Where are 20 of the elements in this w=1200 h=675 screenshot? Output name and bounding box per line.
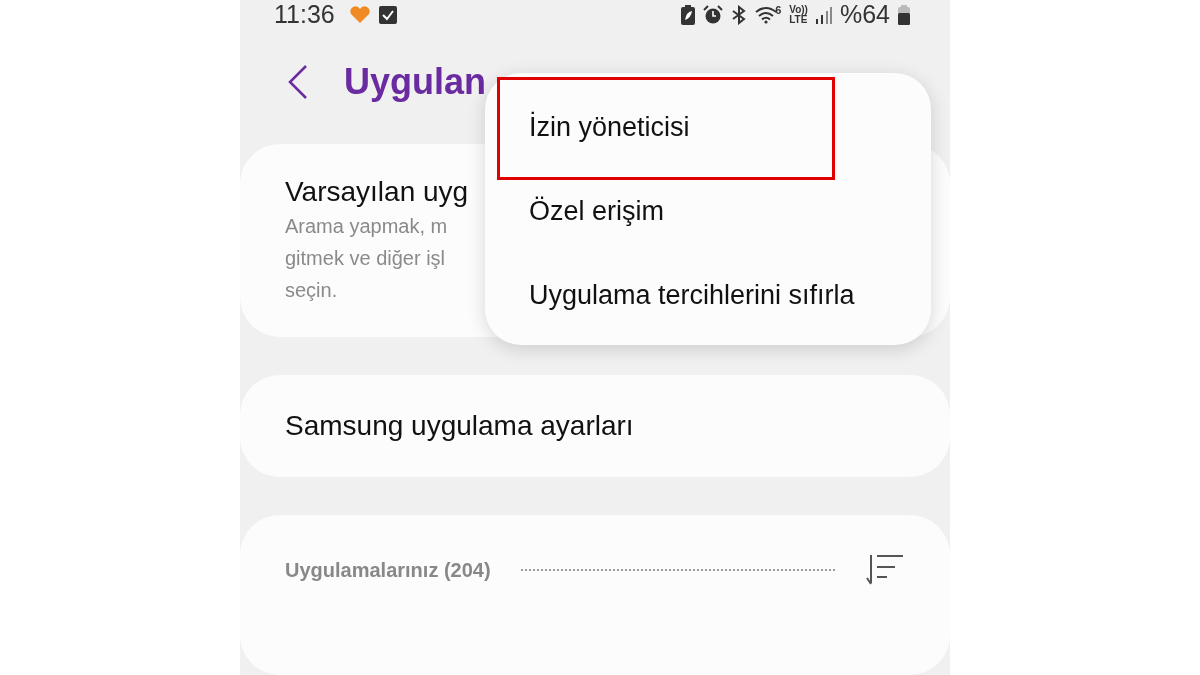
checkbox-icon: [378, 5, 397, 24]
battery-percent: %64: [839, 0, 890, 29]
sort-icon[interactable]: [865, 553, 905, 587]
menu-item[interactable]: Uygulama tercihlerini sıfırla: [485, 253, 931, 337]
menu-item[interactable]: İzin yöneticisi: [485, 85, 931, 169]
heart-icon: [348, 4, 371, 25]
menu-item[interactable]: Özel erişim: [485, 169, 931, 253]
signal-icon: [815, 5, 832, 24]
back-icon[interactable]: [288, 64, 308, 99]
battery-icon: [898, 4, 910, 25]
status-time: 11:36: [274, 0, 335, 29]
bluetooth-icon: [731, 4, 748, 25]
wifi-generation-label: 6: [775, 3, 782, 16]
lte-label: LTE: [789, 14, 808, 25]
page-title: Uygulan: [344, 60, 486, 103]
alarm-icon: [703, 4, 724, 25]
settings-card[interactable]: Samsung uygulama ayarları: [240, 375, 950, 477]
volte-label: Vo)): [789, 4, 808, 15]
apps-count-label: Uygulamalarınız (204): [285, 558, 491, 583]
battery-saver-icon: [681, 4, 696, 25]
